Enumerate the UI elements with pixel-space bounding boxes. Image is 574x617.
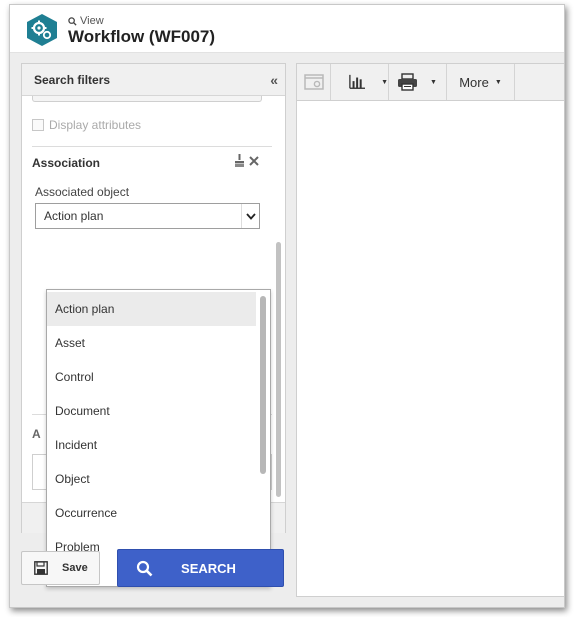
floppy-disk-icon	[34, 561, 48, 575]
dropdown-scrollbar[interactable]	[260, 296, 266, 474]
dropdown-option[interactable]: Control	[47, 360, 256, 394]
association-tools	[234, 154, 259, 167]
save-button-label: Save	[62, 562, 88, 574]
association-section-title: Association	[32, 156, 101, 170]
search-button-label: SEARCH	[181, 560, 236, 576]
dropdown-option[interactable]: Incident	[47, 428, 256, 462]
associated-object-label: Associated object	[35, 185, 130, 199]
save-button[interactable]: Save	[21, 551, 100, 585]
dropdown-option[interactable]: Occurrence	[47, 496, 256, 530]
associated-object-value: Action plan	[44, 209, 104, 223]
view-window-icon	[303, 74, 324, 90]
breadcrumb-label: View	[80, 15, 104, 27]
chevron-down-icon[interactable]	[241, 204, 259, 228]
printer-icon	[398, 73, 417, 91]
view-record-button[interactable]	[297, 64, 331, 100]
more-menu-label: More	[459, 74, 489, 90]
collapse-panel-icon[interactable]: «	[270, 72, 278, 88]
associated-object-dropdown: Action plan Asset Control Document Incident O…	[46, 289, 271, 587]
search-filters-header: Search filters «	[22, 64, 285, 96]
display-attributes-option[interactable]: Display attributes	[32, 118, 141, 132]
display-attributes-checkbox[interactable]	[32, 119, 44, 131]
search-icon	[118, 560, 170, 577]
more-menu-button[interactable]: More ▼	[447, 64, 515, 100]
search-button[interactable]: SEARCH	[117, 549, 284, 587]
app-window: View Workflow (WF007) Search filters « D…	[9, 4, 565, 608]
dropdown-option[interactable]: Document	[47, 394, 256, 428]
results-toolbar: ▼ ▼ More ▼	[296, 63, 564, 101]
section-divider	[32, 146, 272, 147]
workflow-logo-icon	[27, 14, 57, 46]
print-button[interactable]: ▼	[389, 64, 447, 100]
clear-broom-icon[interactable]	[234, 154, 245, 167]
panel-scrollbar[interactable]	[276, 242, 281, 497]
chevron-down-icon: ▼	[494, 78, 502, 86]
search-filters-panel: Search filters « Display attributes Asso…	[21, 63, 286, 587]
hidden-section-title: A	[32, 427, 41, 441]
previous-filter-field[interactable]	[32, 96, 262, 102]
associated-object-select[interactable]: Action plan	[35, 203, 260, 229]
page-header: View Workflow (WF007)	[10, 5, 564, 53]
results-area	[296, 101, 564, 597]
dropdown-option[interactable]: Action plan	[47, 292, 256, 326]
remove-icon[interactable]	[249, 155, 259, 166]
breadcrumb: View	[68, 15, 104, 27]
chevron-down-icon[interactable]: ▼	[430, 79, 437, 86]
chevron-down-icon[interactable]: ▼	[381, 79, 388, 86]
dropdown-option[interactable]: Object	[47, 462, 256, 496]
display-attributes-label: Display attributes	[49, 118, 142, 132]
bar-chart-icon	[349, 74, 366, 89]
search-icon	[68, 16, 77, 26]
chart-button[interactable]: ▼	[331, 64, 389, 100]
page-title: Workflow (WF007)	[68, 27, 216, 46]
dropdown-option[interactable]: Asset	[47, 326, 256, 360]
dropdown-options: Action plan Asset Control Document Incident O…	[47, 290, 270, 586]
search-filters-title: Search filters	[34, 72, 111, 87]
